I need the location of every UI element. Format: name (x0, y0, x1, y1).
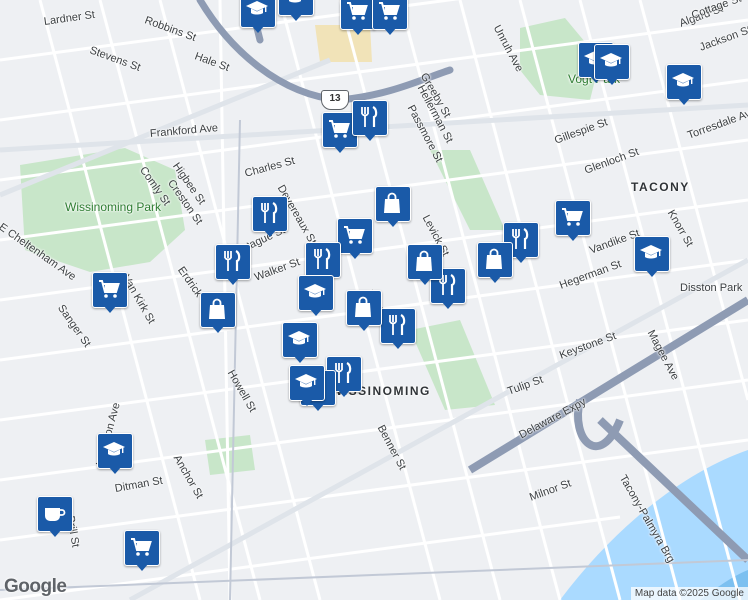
map-canvas[interactable]: 13 Lardner St Stevens St Robbins St Hale St… (0, 0, 748, 600)
shopping-marker[interactable] (375, 186, 411, 230)
school-marker[interactable] (298, 275, 334, 319)
school-marker[interactable] (666, 64, 702, 108)
shopping-marker[interactable] (200, 292, 236, 336)
route-13-shield: 13 (321, 90, 349, 110)
grocery-marker[interactable] (555, 200, 591, 244)
grocery-marker[interactable] (340, 0, 376, 38)
restaurant-marker[interactable] (215, 244, 251, 288)
restaurant-marker[interactable] (380, 308, 416, 352)
restaurant-marker[interactable] (352, 100, 388, 144)
school-marker[interactable] (240, 0, 276, 36)
map-attribution[interactable]: Map data ©2025 Google (630, 587, 748, 600)
school-marker[interactable] (594, 44, 630, 88)
grocery-marker[interactable] (337, 218, 373, 262)
restaurant-marker[interactable] (252, 196, 288, 240)
grocery-marker[interactable] (372, 0, 408, 38)
grocery-marker[interactable] (124, 530, 160, 574)
park-label: Wissinoming Park (65, 200, 162, 214)
grocery-marker[interactable] (92, 272, 128, 316)
school-marker[interactable] (282, 322, 318, 366)
google-logo: Google (4, 576, 67, 597)
shopping-marker[interactable] (477, 242, 513, 286)
school-marker[interactable] (289, 365, 325, 409)
school-marker[interactable] (278, 0, 314, 24)
neighborhood-label: TACONY (631, 180, 690, 194)
shopping-marker[interactable] (346, 290, 382, 334)
school-marker[interactable] (634, 236, 670, 280)
school-marker[interactable] (97, 433, 133, 477)
coffee-marker[interactable] (37, 496, 73, 540)
street-label: Disston Park (680, 282, 743, 294)
shopping-marker[interactable] (407, 244, 443, 288)
